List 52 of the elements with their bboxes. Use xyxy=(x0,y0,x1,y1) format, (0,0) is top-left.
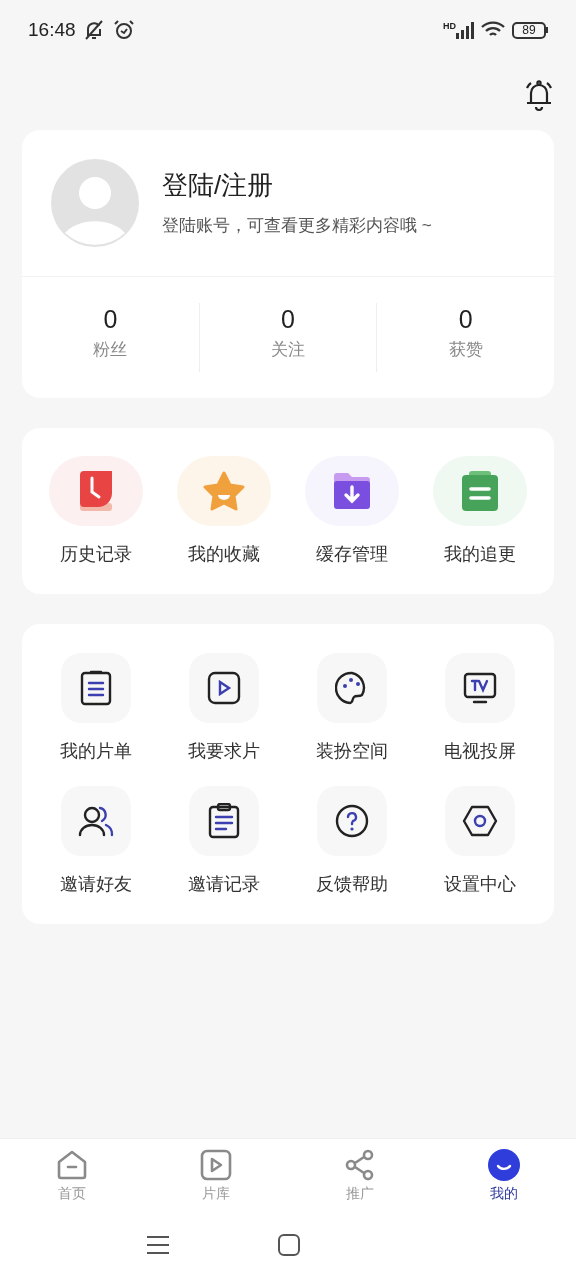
service-icon-background[interactable] xyxy=(317,786,387,856)
menu-icon[interactable] xyxy=(147,1235,169,1255)
play-icon xyxy=(207,671,241,705)
action-label[interactable]: 缓存管理 xyxy=(316,541,388,568)
service-label[interactable]: 我要求片 xyxy=(188,738,260,765)
star-icon xyxy=(203,471,245,511)
stat-value: 0 xyxy=(103,303,118,335)
users-icon xyxy=(78,805,114,837)
help-icon xyxy=(335,804,369,838)
clipboard-icon xyxy=(461,471,499,511)
service-label[interactable]: 电视投屏 xyxy=(444,738,516,765)
service-icon-background[interactable] xyxy=(445,653,515,723)
settings-icon xyxy=(462,805,498,837)
service-label[interactable]: 反馈帮助 xyxy=(316,871,388,898)
tab[interactable]: 我的 xyxy=(432,1139,576,1210)
play-icon xyxy=(200,1149,232,1181)
service-label[interactable]: 设置中心 xyxy=(444,871,516,898)
service-icon-background[interactable] xyxy=(445,786,515,856)
service-icon-background[interactable] xyxy=(189,786,259,856)
login-title[interactable]: 登陆/注册 xyxy=(162,167,432,204)
stat-item[interactable]: 0 粉丝 xyxy=(22,302,199,373)
network-label: HD xyxy=(443,20,456,33)
service-icon-background[interactable] xyxy=(317,653,387,723)
stat-label: 粉丝 xyxy=(93,338,128,361)
tv-icon xyxy=(463,672,497,704)
service-label[interactable]: 邀请记录 xyxy=(188,871,260,898)
stat-label: 获赞 xyxy=(448,338,483,361)
stat-item[interactable]: 0 关注 xyxy=(198,302,377,373)
home-square-icon[interactable] xyxy=(278,1234,300,1256)
action-label[interactable]: 我的追更 xyxy=(444,541,516,568)
stat-item[interactable]: 0 获赞 xyxy=(376,302,554,373)
folder-download-icon xyxy=(332,472,372,510)
home-icon xyxy=(56,1149,88,1181)
stat-value: 0 xyxy=(281,303,295,335)
service-icon-background[interactable] xyxy=(61,653,131,723)
login-hint: 登陆账号，可查看更多精彩内容哦 ~ xyxy=(162,215,432,238)
status-time: 16:48 xyxy=(28,17,76,42)
action-label[interactable]: 我的收藏 xyxy=(188,541,260,568)
list-icon xyxy=(80,670,112,706)
service-icon-background[interactable] xyxy=(61,786,131,856)
service-label[interactable]: 邀请好友 xyxy=(60,871,132,898)
service-label[interactable]: 装扮空间 xyxy=(316,738,388,765)
stat-label: 关注 xyxy=(271,338,305,361)
notes-icon xyxy=(208,803,240,839)
stat-value: 0 xyxy=(458,303,473,335)
smile-icon xyxy=(488,1149,520,1181)
service-icon-background[interactable] xyxy=(189,653,259,723)
service-label[interactable]: 我的片单 xyxy=(60,738,132,765)
share-icon xyxy=(344,1149,376,1181)
action-label[interactable]: 历史记录 xyxy=(60,541,132,568)
signal-icon xyxy=(456,21,474,39)
battery-icon: 89 xyxy=(512,21,548,39)
